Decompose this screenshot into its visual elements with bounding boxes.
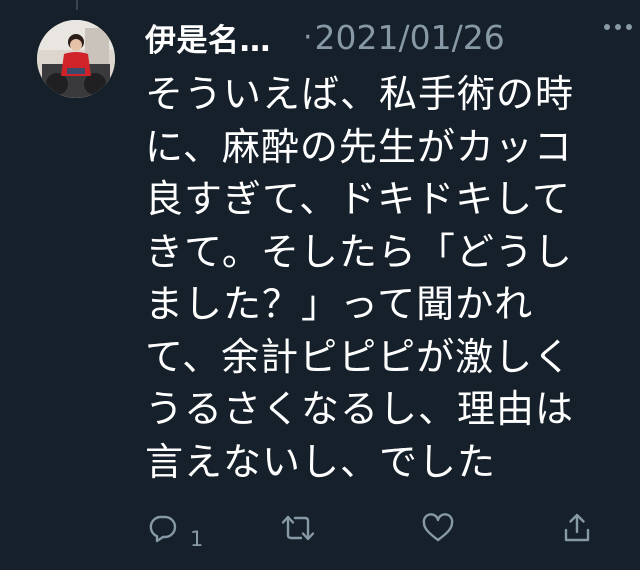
tweet-header: 伊是名… · 2021/01/26 bbox=[145, 12, 615, 62]
avatar-photo bbox=[37, 20, 115, 98]
retweet-icon bbox=[281, 515, 315, 541]
reply-button[interactable]: 1 bbox=[148, 508, 204, 551]
author-display-name[interactable]: 伊是名… bbox=[145, 15, 271, 60]
share-button[interactable] bbox=[562, 508, 592, 548]
tweet-text-line: て、余計ピピピが激しく bbox=[145, 334, 573, 379]
tweet-text-line: うるさくなるし、理由は bbox=[145, 387, 575, 431]
tweet-date[interactable]: 2021/01/26 bbox=[315, 18, 505, 57]
meta-separator: · bbox=[303, 19, 313, 55]
thread-connector-line bbox=[76, 0, 78, 10]
like-button[interactable] bbox=[421, 508, 455, 548]
tweet-text-line: 良すぎて、ドキドキして bbox=[145, 177, 571, 221]
more-dot bbox=[626, 24, 632, 30]
more-dot bbox=[604, 24, 610, 30]
more-dot bbox=[615, 24, 621, 30]
retweet-button[interactable] bbox=[280, 508, 316, 548]
tweet-text-line: に、麻酔の先生がカッコ bbox=[145, 124, 573, 169]
avatar[interactable] bbox=[37, 20, 115, 98]
reply-count: 1 bbox=[190, 527, 204, 551]
tweet-text: そういえば、私手術の時 に、麻酔の先生がカッコ 良すぎて、ドキドキして きて。そ… bbox=[145, 68, 585, 488]
heart-icon bbox=[422, 513, 454, 542]
tweet-text-line: 言えないし、でした bbox=[145, 439, 497, 484]
tweet-text-line: そういえば、私手術の時 bbox=[145, 72, 575, 116]
tweet-text-line: きて。そしたら「どうし bbox=[145, 229, 573, 274]
tweet-text-line: ました？」って聞かれ bbox=[145, 282, 534, 326]
reply-icon bbox=[149, 515, 177, 543]
more-horizontal-icon[interactable] bbox=[604, 24, 632, 30]
share-icon bbox=[564, 513, 590, 542]
